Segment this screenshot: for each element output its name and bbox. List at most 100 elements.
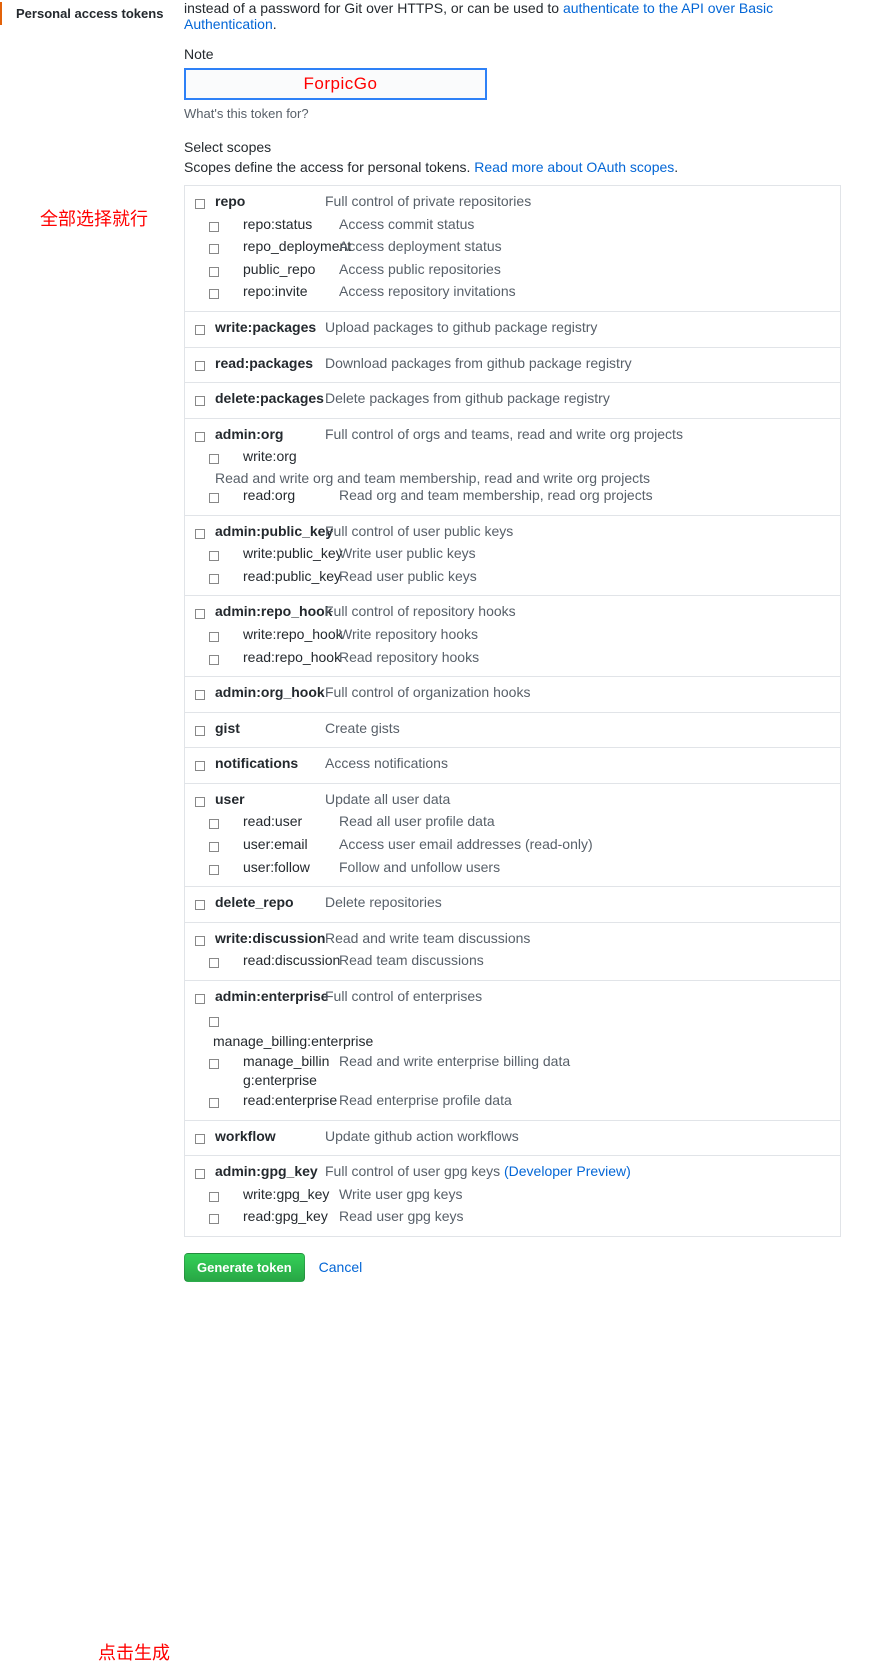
scope-name[interactable]: read:packages	[211, 354, 325, 374]
scope-name[interactable]: repo_deployment	[239, 237, 339, 257]
scope-checkbox[interactable]	[195, 361, 205, 371]
scope-checkbox[interactable]	[209, 454, 219, 464]
scope-row: repoFull control of private repositories	[195, 192, 830, 215]
scope-row: admin:gpg_keyFull control of user gpg ke…	[195, 1162, 830, 1185]
scope-row: delete_repoDelete repositories	[195, 893, 830, 916]
scope-name[interactable]: read:public_key	[239, 567, 339, 587]
scope-checkbox[interactable]	[209, 551, 219, 561]
scope-checkbox[interactable]	[195, 529, 205, 539]
scope-name[interactable]: manage_billing:enterprise	[209, 1032, 373, 1052]
scope-desc: Create gists	[325, 719, 830, 739]
scope-checkbox[interactable]	[195, 994, 205, 1004]
scope-checkbox[interactable]	[195, 199, 205, 209]
scope-desc: Update all user data	[325, 790, 830, 810]
scope-checkbox[interactable]	[209, 958, 219, 968]
scope-checkbox[interactable]	[209, 289, 219, 299]
scope-name[interactable]: read:enterprise	[239, 1091, 339, 1111]
scope-desc: Read enterprise profile data	[339, 1091, 830, 1111]
scope-checkbox[interactable]	[209, 1192, 219, 1202]
scope-name[interactable]: read:org	[239, 486, 339, 506]
scope-checkbox[interactable]	[195, 325, 205, 335]
cancel-button[interactable]: Cancel	[319, 1259, 363, 1275]
intro-period: .	[273, 16, 277, 32]
scope-checkbox[interactable]	[195, 726, 205, 736]
scope-name[interactable]: delete:packages	[211, 389, 325, 409]
scope-name[interactable]: write:public_key	[239, 544, 339, 564]
scope-desc: Read and write team discussions	[325, 929, 830, 949]
scope-name[interactable]: workflow	[211, 1127, 325, 1147]
scope-checkbox[interactable]	[209, 493, 219, 503]
scope-name[interactable]: admin:gpg_key	[211, 1162, 325, 1182]
scope-row: admin:orgFull control of orgs and teams,…	[195, 425, 830, 448]
scope-desc: Read user gpg keys	[339, 1207, 830, 1227]
scope-row: notificationsAccess notifications	[195, 754, 830, 777]
scope-name[interactable]: admin:enterprise	[211, 987, 325, 1007]
scope-name[interactable]: write:gpg_key	[239, 1185, 339, 1205]
scope-name[interactable]: admin:org_hook	[211, 683, 325, 703]
scope-desc-link[interactable]: (Developer Preview)	[504, 1163, 631, 1179]
scope-checkbox[interactable]	[209, 865, 219, 875]
scope-desc: Full control of user public keys	[325, 522, 830, 542]
scope-checkbox[interactable]	[209, 574, 219, 584]
scope-name[interactable]: user:email	[239, 835, 339, 855]
scope-group: admin:org_hookFull control of organizati…	[185, 676, 840, 712]
scope-checkbox[interactable]	[209, 1214, 219, 1224]
scope-name[interactable]: read:gpg_key	[239, 1207, 339, 1227]
scope-checkbox[interactable]	[209, 632, 219, 642]
generate-token-button[interactable]: Generate token	[184, 1253, 305, 1282]
scope-name[interactable]: admin:repo_hook	[211, 602, 325, 622]
scope-checkbox[interactable]	[209, 819, 219, 829]
scope-name[interactable]: admin:org	[211, 425, 325, 445]
scope-desc: Access deployment status	[339, 237, 830, 257]
scope-name[interactable]: notifications	[211, 754, 325, 774]
scope-checkbox[interactable]	[195, 1169, 205, 1179]
sidebar-item-personal-access-tokens[interactable]: Personal access tokens	[0, 2, 184, 25]
scopes-desc-link[interactable]: Read more about OAuth scopes	[474, 159, 674, 175]
scope-name[interactable]: delete_repo	[211, 893, 325, 913]
scope-name[interactable]: repo:status	[239, 215, 339, 235]
scope-name[interactable]: manage_billing:enterprise	[239, 1052, 339, 1091]
scope-name[interactable]: public_repo	[239, 260, 339, 280]
scope-checkbox[interactable]	[209, 1059, 219, 1069]
scope-name[interactable]: write:org	[239, 447, 339, 467]
scope-checkbox[interactable]	[209, 267, 219, 277]
scope-name[interactable]: repo:invite	[239, 282, 339, 302]
scope-row: read:repo_hookRead repository hooks	[195, 648, 830, 671]
scope-checkbox[interactable]	[195, 396, 205, 406]
scope-checkbox[interactable]	[209, 655, 219, 665]
note-input[interactable]: ForpicGo	[184, 68, 487, 100]
scope-checkbox[interactable]	[195, 690, 205, 700]
scope-name[interactable]: write:packages	[211, 318, 325, 338]
scope-name[interactable]: read:user	[239, 812, 339, 832]
scope-name[interactable]: user	[211, 790, 325, 810]
scope-desc: Access user email addresses (read-only)	[339, 835, 830, 855]
scope-name[interactable]: repo	[211, 192, 325, 212]
scope-checkbox[interactable]	[209, 842, 219, 852]
scope-checkbox[interactable]	[209, 244, 219, 254]
scope-desc: Full control of repository hooks	[325, 602, 830, 622]
scope-checkbox[interactable]	[195, 797, 205, 807]
scope-name[interactable]: read:repo_hook	[239, 648, 339, 668]
scope-name[interactable]: gist	[211, 719, 325, 739]
scope-checkbox[interactable]	[209, 1017, 219, 1027]
scope-desc: Download packages from github package re…	[325, 354, 830, 374]
scope-checkbox[interactable]	[195, 432, 205, 442]
scope-desc: Access commit status	[339, 215, 830, 235]
scope-row: admin:public_keyFull control of user pub…	[195, 522, 830, 545]
scope-row: write:org	[195, 447, 830, 470]
scope-desc: Full control of private repositories	[325, 192, 830, 212]
scope-name[interactable]: write:repo_hook	[239, 625, 339, 645]
scope-checkbox[interactable]	[195, 900, 205, 910]
scope-checkbox[interactable]	[195, 609, 205, 619]
scope-desc: Full control of organization hooks	[325, 683, 830, 703]
scope-name[interactable]: write:discussion	[211, 929, 325, 949]
scope-checkbox[interactable]	[195, 936, 205, 946]
scope-checkbox[interactable]	[209, 1098, 219, 1108]
scope-checkbox[interactable]	[195, 1134, 205, 1144]
scope-name[interactable]: user:follow	[239, 858, 339, 878]
scope-name[interactable]: admin:public_key	[211, 522, 325, 542]
scope-checkbox[interactable]	[209, 222, 219, 232]
scope-name[interactable]: read:discussion	[239, 951, 339, 971]
scope-checkbox[interactable]	[195, 761, 205, 771]
scope-row: read:packagesDownload packages from gith…	[195, 354, 830, 377]
